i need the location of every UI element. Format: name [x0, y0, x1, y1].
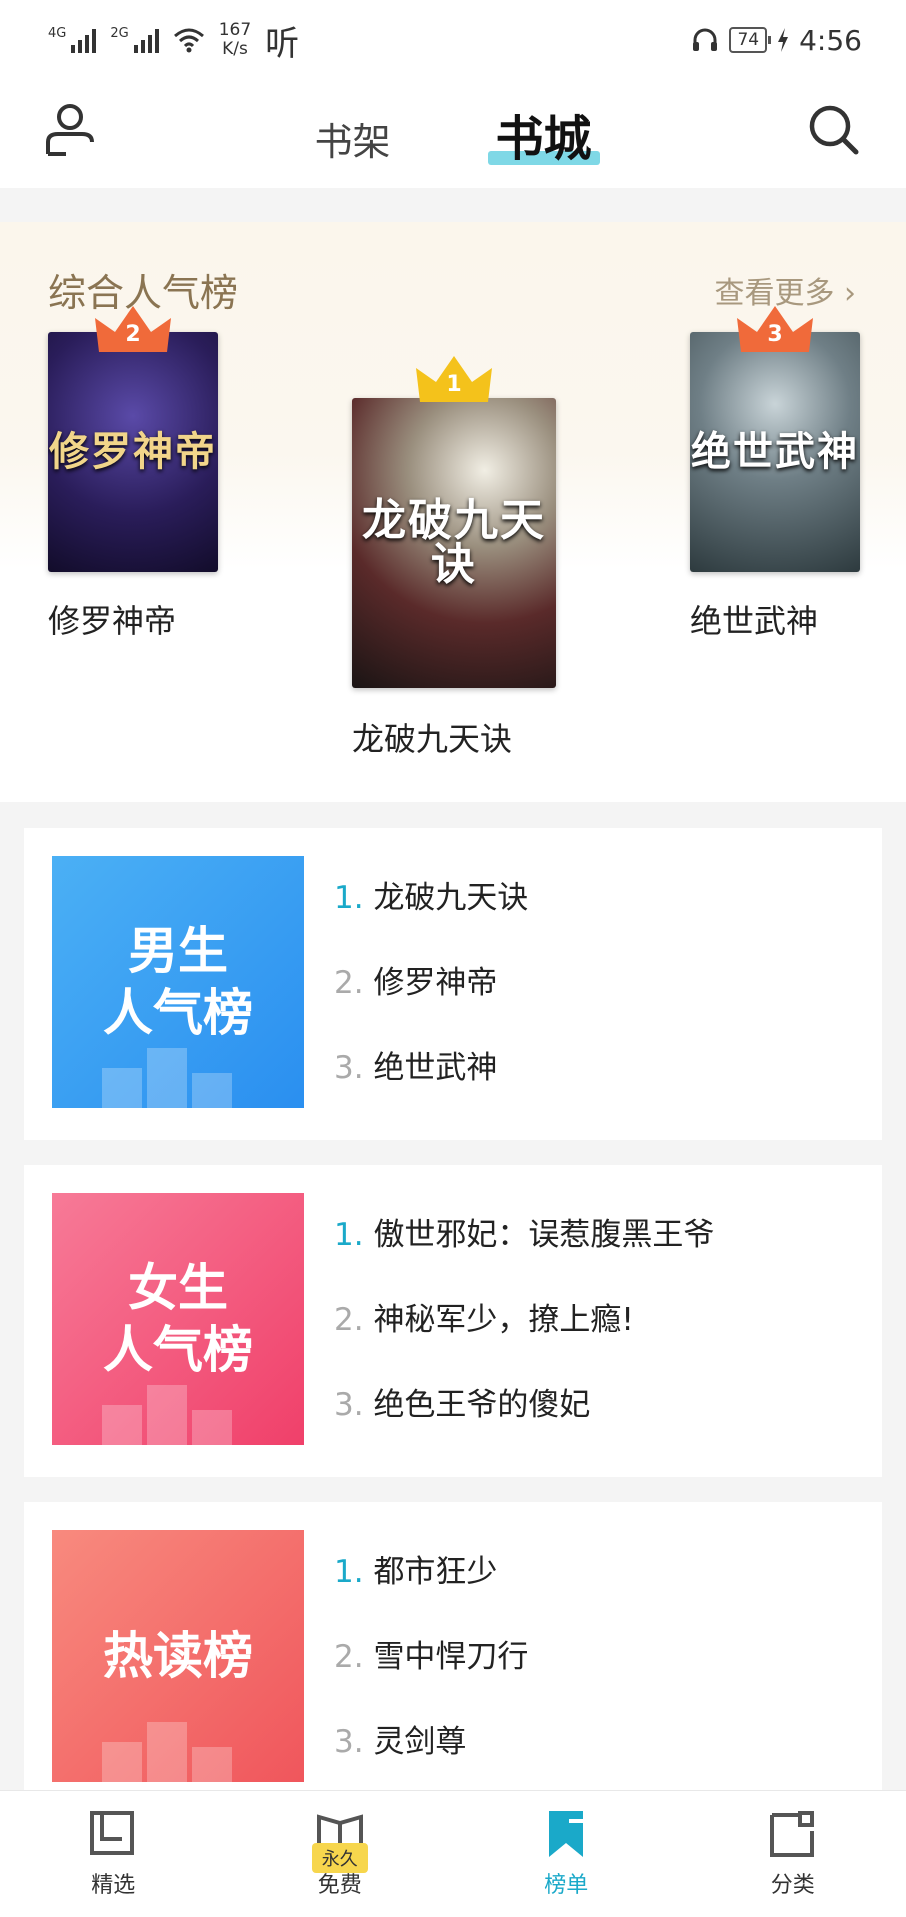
ranking-item[interactable]: 1. 傲世邪妃：误惹腹黑王爷	[334, 1205, 714, 1290]
popular-ranking-banner: 综合人气榜 查看更多 › 2 修罗神帝 修罗神帝 1 龙破九天诀 龙破九天诀 3…	[0, 222, 906, 802]
search-icon[interactable]	[806, 102, 862, 158]
tile-decoration-icon	[102, 1048, 232, 1108]
book-cover: 修罗神帝	[48, 332, 218, 572]
book-title: 绝世武神	[690, 602, 819, 640]
male-ranking-tile[interactable]: 男生 人气榜	[52, 856, 304, 1108]
hot-reading-tile[interactable]: 热读榜	[52, 1530, 304, 1782]
ranking-item[interactable]: 1. 龙破九天诀	[334, 868, 528, 953]
ranking-item[interactable]: 1. 都市狂少	[334, 1542, 528, 1627]
bottom-nav: 精选 永久 免费 榜单 分类	[0, 1790, 906, 1917]
featured-icon	[90, 1811, 135, 1855]
book-cover: 绝世武神	[690, 332, 860, 572]
crown-icon: 3	[735, 304, 815, 354]
status-left: 4G 2G 167 K/s 听	[48, 16, 299, 65]
headphones-icon	[693, 28, 718, 51]
clock: 4:56	[799, 23, 862, 57]
ranking-list: 1. 龙破九天诀 2. 修罗神帝 3. 绝世武神	[334, 868, 528, 1123]
nav-featured[interactable]: 精选	[0, 1791, 227, 1917]
ranking-list: 1. 傲世邪妃：误惹腹黑王爷 2. 神秘军少，撩上瘾! 3. 绝色王爷的傻妃	[334, 1205, 714, 1460]
tab-bookstore[interactable]: 书城	[496, 111, 592, 167]
ranking-item[interactable]: 3. 灵剑尊	[334, 1712, 528, 1797]
tile-decoration-icon	[102, 1385, 232, 1445]
top-book-rank-3[interactable]: 3 绝世武神 绝世武神	[690, 306, 860, 642]
tile-decoration-icon	[102, 1722, 232, 1782]
wifi-icon	[173, 28, 204, 53]
nav-free[interactable]: 永久 免费	[227, 1791, 454, 1917]
battery-icon: 74	[729, 27, 771, 53]
top-book-rank-2[interactable]: 2 修罗神帝 修罗神帝	[48, 306, 218, 642]
book-title: 龙破九天诀	[352, 720, 513, 758]
ranking-item[interactable]: 2. 修罗神帝	[334, 953, 528, 1038]
tab-bookshelf[interactable]: 书架	[314, 120, 390, 164]
status-right: 74 4:56	[691, 24, 862, 57]
ranking-item[interactable]: 3. 绝世武神	[334, 1038, 528, 1123]
network-speed: 167 K/s	[218, 20, 252, 59]
top-nav: 书架 书城	[0, 80, 906, 188]
book-cover: 龙破九天诀	[352, 398, 556, 688]
ranking-bookmark-icon	[549, 1811, 584, 1857]
nav-label: 分类	[770, 1873, 815, 1898]
ranking-item[interactable]: 2. 雪中悍刀行	[334, 1627, 528, 1712]
ranking-item[interactable]: 2. 神秘军少，撩上瘾!	[334, 1290, 714, 1375]
female-ranking-tile[interactable]: 女生 人气榜	[52, 1193, 304, 1445]
ranking-list: 1. 都市狂少 2. 雪中悍刀行 3. 灵剑尊	[334, 1542, 528, 1797]
crown-icon: 1	[414, 354, 494, 404]
hot-reading-card[interactable]: 热读榜 1. 都市狂少 2. 雪中悍刀行 3. 灵剑尊	[24, 1502, 882, 1814]
nav-category[interactable]: 分类	[680, 1791, 906, 1917]
category-icon	[769, 1811, 814, 1857]
ting-indicator: 听	[265, 23, 300, 64]
nav-label: 榜单	[544, 1873, 589, 1898]
female-ranking-card[interactable]: 女生 人气榜 1. 傲世邪妃：误惹腹黑王爷 2. 神秘军少，撩上瘾! 3. 绝色…	[24, 1165, 882, 1477]
crown-icon: 2	[93, 304, 173, 354]
signal-4g-icon: 4G	[48, 27, 97, 53]
top-book-rank-1[interactable]: 1 龙破九天诀 龙破九天诀	[352, 356, 556, 760]
nav-label: 精选	[91, 1873, 136, 1898]
nav-ranking[interactable]: 榜单	[453, 1791, 680, 1917]
tab-group: 书架 书城	[264, 99, 641, 169]
book-title: 修罗神帝	[48, 602, 177, 640]
user-profile-icon[interactable]	[44, 102, 96, 158]
ranking-item[interactable]: 3. 绝色王爷的傻妃	[334, 1375, 714, 1460]
charging-icon	[778, 28, 789, 52]
status-bar: 4G 2G 167 K/s 听 74 4:56	[0, 0, 906, 80]
free-forever-badge: 永久	[311, 1843, 368, 1873]
signal-2g-icon: 2G	[110, 27, 159, 53]
male-ranking-card[interactable]: 男生 人气榜 1. 龙破九天诀 2. 修罗神帝 3. 绝世武神	[24, 828, 882, 1140]
